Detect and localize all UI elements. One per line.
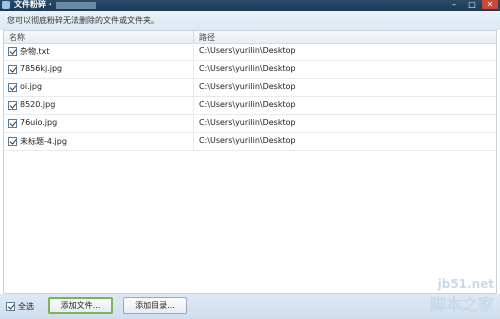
file-path: C:\Users\yurilin\Desktop bbox=[199, 64, 296, 73]
maximize-button[interactable]: □ bbox=[464, 0, 480, 9]
file-path: C:\Users\yurilin\Desktop bbox=[199, 118, 296, 127]
row-checkbox[interactable] bbox=[8, 47, 17, 56]
list-item[interactable]: 7856kj.jpg C:\Users\yurilin\Desktop bbox=[4, 61, 496, 79]
file-name: 杂物.txt bbox=[20, 47, 50, 56]
list-item[interactable]: 杂物.txt C:\Users\yurilin\Desktop bbox=[4, 43, 496, 61]
file-name: 76uio.jpg bbox=[20, 118, 58, 127]
info-bar: 您可以彻底粉碎无法删除的文件或文件夹。 bbox=[0, 11, 500, 30]
column-divider bbox=[193, 43, 194, 60]
file-name: 8520.jpg bbox=[20, 100, 56, 109]
file-name: oi.jpg bbox=[20, 82, 43, 91]
site-watermark: jb51.net 脚本之家 bbox=[430, 277, 494, 315]
list-item[interactable]: 76uio.jpg C:\Users\yurilin\Desktop bbox=[4, 115, 496, 133]
file-name: 未标题-4.jpg bbox=[20, 137, 67, 146]
column-divider bbox=[193, 115, 194, 132]
select-all-label[interactable]: 全选 bbox=[18, 301, 34, 312]
column-divider bbox=[193, 97, 194, 114]
list-rows: 杂物.txt C:\Users\yurilin\Desktop 7856kj.j… bbox=[4, 43, 496, 151]
file-path: C:\Users\yurilin\Desktop bbox=[199, 100, 296, 109]
row-checkbox[interactable] bbox=[8, 65, 17, 74]
row-checkbox[interactable] bbox=[8, 101, 17, 110]
column-divider bbox=[193, 133, 194, 150]
list-item[interactable]: 未标题-4.jpg C:\Users\yurilin\Desktop bbox=[4, 133, 496, 151]
file-path: C:\Users\yurilin\Desktop bbox=[199, 136, 296, 145]
file-path: C:\Users\yurilin\Desktop bbox=[199, 46, 296, 55]
minimize-button[interactable]: – bbox=[446, 0, 462, 9]
column-divider bbox=[193, 61, 194, 78]
row-checkbox[interactable] bbox=[8, 137, 17, 146]
bottom-toolbar: 全选 添加文件... 添加目录... jb51.net 脚本之家 bbox=[0, 277, 500, 319]
info-text: 您可以彻底粉碎无法删除的文件或文件夹。 bbox=[7, 16, 159, 25]
file-list: 名称 路径 杂物.txt C:\Users\yurilin\Desktop 78… bbox=[3, 30, 497, 294]
column-divider[interactable] bbox=[193, 31, 194, 43]
row-checkbox[interactable] bbox=[8, 119, 17, 128]
list-item[interactable]: oi.jpg C:\Users\yurilin\Desktop bbox=[4, 79, 496, 97]
file-path: C:\Users\yurilin\Desktop bbox=[199, 82, 296, 91]
column-header-name[interactable]: 名称 bbox=[9, 32, 25, 43]
window-title: 文件粉碎 · bbox=[14, 0, 52, 9]
title-redacted-area bbox=[56, 2, 96, 9]
row-checkbox[interactable] bbox=[8, 83, 17, 92]
list-item[interactable]: 8520.jpg C:\Users\yurilin\Desktop bbox=[4, 97, 496, 115]
close-button[interactable]: ✕ bbox=[482, 0, 498, 9]
add-directory-button[interactable]: 添加目录... bbox=[123, 297, 187, 314]
column-divider bbox=[193, 79, 194, 96]
title-bar: 文件粉碎 · – □ ✕ bbox=[0, 0, 500, 11]
watermark-url: jb51.net bbox=[437, 277, 494, 291]
add-file-button[interactable]: 添加文件... bbox=[48, 297, 113, 314]
app-icon bbox=[2, 1, 10, 9]
column-header-path[interactable]: 路径 bbox=[199, 32, 215, 43]
watermark-name: 脚本之家 bbox=[429, 295, 494, 314]
select-all-checkbox[interactable] bbox=[6, 302, 15, 311]
file-name: 7856kj.jpg bbox=[20, 64, 63, 73]
